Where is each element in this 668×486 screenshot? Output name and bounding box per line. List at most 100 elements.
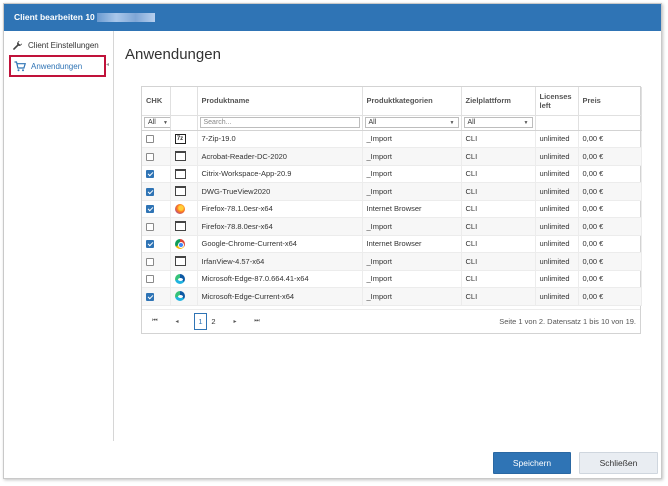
target-platform: CLI (461, 130, 536, 148)
table-row[interactable]: Citrix-Workspace-App-20.9 _Import CLI un… (142, 165, 642, 183)
sidebar-item-client-settings[interactable]: Client Einstellungen (10, 35, 99, 55)
window-icon (174, 256, 186, 267)
row-checkbox[interactable] (146, 170, 154, 179)
target-platform: CLI (461, 182, 536, 201)
filter-price-cell (578, 115, 642, 131)
dialog-titlebar: Client bearbeiten 10 (4, 4, 661, 31)
7zip-icon: 7z (174, 133, 186, 144)
target-platform: CLI (461, 270, 536, 288)
row-checkbox[interactable] (146, 292, 154, 301)
target-platform: CLI (461, 165, 536, 183)
row-icon-cell (170, 235, 198, 253)
price: 0,00 € (578, 182, 642, 201)
column-header-platform[interactable]: Zielplattform (461, 87, 536, 116)
product-name: Microsoft-Edge-Current-x64 (197, 287, 363, 306)
sidebar: Client Einstellungen Anwendungen ◂ (4, 31, 114, 441)
product-name: Google-Chrome-Current-x64 (197, 235, 363, 253)
table-row[interactable]: Acrobat-Reader-DC-2020 _Import CLI unlim… (142, 147, 642, 166)
row-checkbox-cell (142, 287, 171, 306)
product-category: Internet Browser (362, 200, 462, 218)
filter-chk-select[interactable]: All ▼ (144, 117, 169, 128)
table-row[interactable]: IrfanView-4.57-x64 _Import CLI unlimited… (142, 252, 642, 271)
product-name: Acrobat-Reader-DC-2020 (197, 147, 363, 166)
column-header-price[interactable]: Preis (578, 87, 642, 116)
last-page-icon[interactable]: ⏭ (250, 315, 264, 329)
sidebar-item-label: Anwendungen (31, 61, 83, 71)
first-page-icon[interactable]: ⏮ (148, 315, 162, 329)
row-checkbox[interactable] (146, 222, 154, 231)
column-header-category[interactable]: Produktkategorien (362, 87, 462, 116)
price: 0,00 € (578, 165, 642, 183)
column-header-chk[interactable]: CHK (142, 87, 171, 116)
row-icon-cell (170, 252, 198, 271)
table-row[interactable]: Microsoft-Edge-Current-x64 _Import CLI u… (142, 287, 642, 306)
column-header-product-name[interactable]: Produktname (197, 87, 363, 116)
product-category: _Import (362, 130, 462, 148)
product-category: _Import (362, 252, 462, 271)
chevron-down-icon: ▼ (449, 119, 455, 126)
row-checkbox[interactable] (146, 187, 154, 196)
product-name: Firefox-78.1.0esr-x64 (197, 200, 363, 218)
row-checkbox-cell (142, 235, 171, 253)
row-checkbox-cell (142, 252, 171, 271)
column-header-licenses[interactable]: Licenses left (535, 87, 579, 116)
table-row[interactable]: Firefox-78.8.0esr-x64 _Import CLI unlimi… (142, 217, 642, 236)
row-icon-cell (170, 217, 198, 236)
product-category: _Import (362, 147, 462, 166)
edge-icon (174, 291, 185, 302)
target-platform: CLI (461, 235, 536, 253)
row-checkbox[interactable] (146, 205, 154, 214)
row-icon-cell: 7z (170, 130, 198, 148)
row-icon-cell (170, 287, 198, 306)
row-checkbox[interactable] (146, 135, 154, 144)
table-row[interactable]: Firefox-78.1.0esr-x64 Internet Browser C… (142, 200, 642, 218)
price: 0,00 € (578, 200, 642, 218)
licenses-left: unlimited (535, 130, 579, 148)
price: 0,00 € (578, 147, 642, 166)
table-row[interactable]: 7z 7-Zip-19.0 _Import CLI unlimited 0,00… (142, 130, 642, 148)
collapse-arrow-icon[interactable]: ◂ (106, 61, 109, 68)
row-checkbox[interactable] (146, 257, 154, 266)
table-row[interactable]: Microsoft-Edge-87.0.664.41-x64 _Import C… (142, 270, 642, 288)
row-checkbox-cell (142, 270, 171, 288)
target-platform: CLI (461, 252, 536, 271)
filter-category-select[interactable]: All ▼ (364, 117, 459, 128)
row-checkbox[interactable] (146, 240, 154, 249)
save-button[interactable]: Speichern (493, 452, 571, 474)
search-input[interactable]: Search... (199, 117, 360, 128)
product-category: _Import (362, 287, 462, 306)
row-checkbox[interactable] (146, 152, 154, 161)
close-button[interactable]: Schließen (579, 452, 658, 474)
filter-chk-value: All (148, 119, 156, 126)
table-row[interactable]: Google-Chrome-Current-x64 Internet Brows… (142, 235, 642, 253)
licenses-left: unlimited (535, 252, 579, 271)
applications-grid: CHK Produktname Produktkategorien Zielpl… (141, 86, 642, 334)
filter-platform-select[interactable]: All ▼ (463, 117, 533, 128)
filter-category-value: All (368, 119, 377, 126)
next-page-icon[interactable]: ▸ (228, 315, 242, 329)
firefox-icon (174, 203, 185, 214)
product-category: Internet Browser (362, 235, 462, 253)
target-platform: CLI (461, 217, 536, 236)
prev-page-icon[interactable]: ◂ (170, 315, 184, 329)
price: 0,00 € (578, 217, 642, 236)
page-button-1[interactable]: 1 (194, 313, 207, 330)
filter-licenses-cell (535, 115, 579, 131)
table-row[interactable]: DWG-TrueView2020 _Import CLI unlimited 0… (142, 182, 642, 201)
price: 0,00 € (578, 287, 642, 306)
sidebar-item-label: Client Einstellungen (28, 40, 99, 50)
row-icon-cell (170, 147, 198, 166)
row-checkbox-cell (142, 165, 171, 183)
dialog-title: Client bearbeiten 10 (14, 12, 95, 22)
sidebar-item-applications[interactable]: Anwendungen (9, 55, 106, 77)
edit-client-dialog: Client bearbeiten 10 Client Einstellunge… (3, 3, 662, 479)
page-button-2[interactable]: 2 (207, 313, 220, 330)
window-icon (174, 168, 186, 179)
pagination: ⏮ ◂ 1 2 ▸ ⏭ Seite 1 von 2. Datensatz 1 b… (142, 309, 640, 333)
product-name: DWG-TrueView2020 (197, 182, 363, 201)
window-icon (174, 186, 186, 197)
product-name: Microsoft-Edge-87.0.664.41-x64 (197, 270, 363, 288)
row-checkbox[interactable] (146, 275, 154, 284)
row-icon-cell (170, 270, 198, 288)
licenses-left: unlimited (535, 235, 579, 253)
